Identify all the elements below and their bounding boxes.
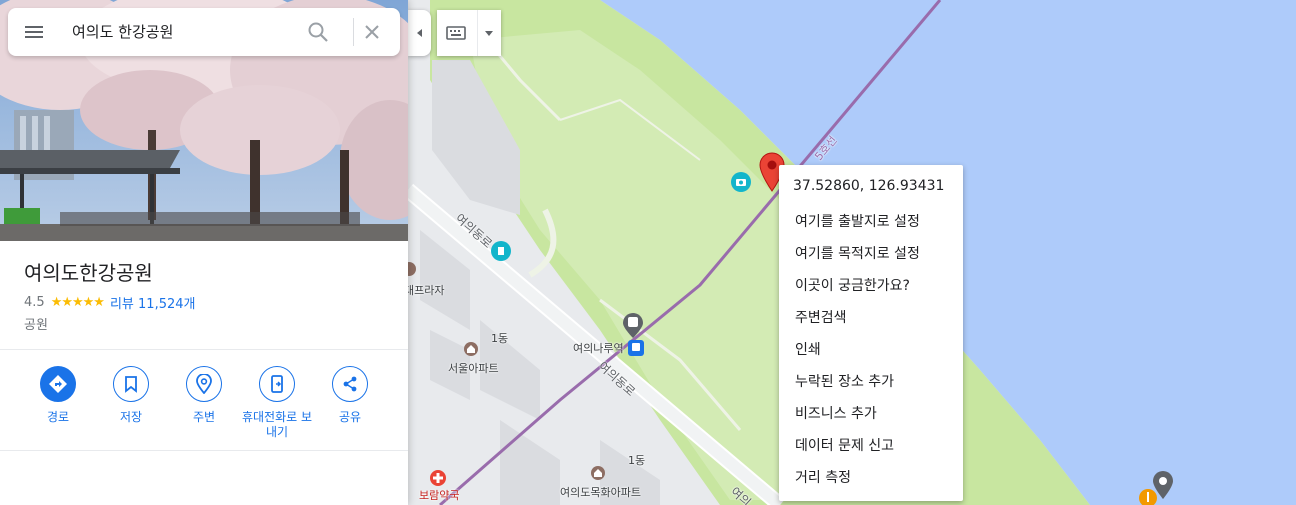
divider — [0, 450, 408, 451]
plaza-label[interactable]: 대프라자 — [404, 282, 444, 298]
apt-label-1[interactable]: 서울아파트 — [448, 360, 499, 376]
place-panel: 여의도 한강공원 여의도한강공원 4.5 ★★★★★ 리뷰 11,524개 공원… — [0, 0, 408, 505]
star-rating-icon: ★★★★★ — [50, 295, 105, 310]
send-to-phone-label: 휴대전화로 보내기 — [241, 410, 313, 439]
save-button[interactable]: 저장 — [93, 366, 169, 425]
directions-button[interactable]: 경로 — [20, 366, 96, 425]
map-context-menu: 37.52860, 126.93431 여기를 출발지로 설정 여기를 목적지로… — [779, 165, 963, 501]
menu-item-whats-here[interactable]: 이곳이 궁금한가요? — [795, 275, 910, 295]
camera-poi-icon[interactable] — [730, 171, 752, 193]
menu-item-set-destination[interactable]: 여기를 목적지로 설정 — [795, 243, 920, 263]
rating-value: 4.5 — [24, 295, 45, 310]
home-poi-icon-2 — [591, 466, 605, 480]
reviews-link[interactable]: 리뷰 11,524개 — [110, 293, 196, 312]
station-label[interactable]: 여의나루역 — [573, 340, 624, 356]
nearby-label: 주변 — [192, 410, 216, 424]
pharmacy-label[interactable]: 보람약국 — [419, 487, 459, 503]
collapse-panel-button[interactable] — [408, 10, 431, 56]
caret-left-icon — [417, 29, 422, 37]
share-button[interactable]: 공유 — [312, 366, 388, 425]
directions-icon — [40, 366, 76, 402]
pharmacy-poi-icon[interactable] — [430, 470, 446, 486]
train-icon[interactable] — [627, 339, 645, 357]
building-label-2: 1동 — [628, 454, 646, 467]
share-icon — [332, 366, 368, 402]
chevron-down-icon[interactable] — [481, 28, 497, 38]
close-icon[interactable] — [360, 20, 384, 44]
menu-icon[interactable] — [22, 20, 46, 44]
share-label: 공유 — [338, 410, 362, 424]
restaurant-poi-icon[interactable] — [1138, 488, 1158, 505]
input-tools-divider — [477, 10, 478, 56]
search-input[interactable]: 여의도 한강공원 — [72, 21, 173, 42]
directions-label: 경로 — [46, 410, 70, 424]
park-poi-icon[interactable] — [490, 240, 512, 262]
nearby-button[interactable]: 주변 — [166, 366, 242, 425]
subway-poi-icon[interactable] — [621, 312, 645, 340]
search-box[interactable]: 여의도 한강공원 — [8, 8, 400, 56]
menu-item-report-data-problem[interactable]: 데이터 문제 신고 — [795, 435, 894, 455]
input-tools-button[interactable] — [437, 10, 501, 56]
keyboard-icon — [446, 26, 466, 40]
menu-item-add-business[interactable]: 비즈니스 추가 — [795, 403, 877, 423]
search-icon[interactable] — [306, 20, 330, 44]
bookmark-icon — [113, 366, 149, 402]
divider — [0, 349, 408, 350]
place-category[interactable]: 공원 — [24, 314, 48, 333]
save-label: 저장 — [119, 410, 143, 424]
phone-icon — [259, 366, 295, 402]
menu-item-measure-distance[interactable]: 거리 측정 — [795, 467, 851, 487]
search-divider — [353, 18, 354, 46]
menu-item-add-missing-place[interactable]: 누락된 장소 추가 — [795, 371, 894, 391]
apt-label-2[interactable]: 여의도목화아파트 — [560, 484, 641, 500]
send-to-phone-button[interactable]: 휴대전화로 보내기 — [237, 366, 317, 440]
menu-item-print[interactable]: 인쇄 — [795, 339, 821, 359]
menu-item-set-origin[interactable]: 여기를 출발지로 설정 — [795, 211, 920, 231]
menu-item-search-nearby[interactable]: 주변검색 — [795, 307, 847, 327]
home-poi-icon — [464, 342, 478, 356]
building-label-1: 1동 — [491, 332, 509, 345]
nearby-icon — [186, 366, 222, 402]
coordinates-item[interactable]: 37.52860, 126.93431 — [793, 178, 944, 194]
place-title: 여의도한강공원 — [24, 261, 153, 285]
rating-row: 4.5 ★★★★★ 리뷰 11,524개 — [24, 293, 195, 312]
